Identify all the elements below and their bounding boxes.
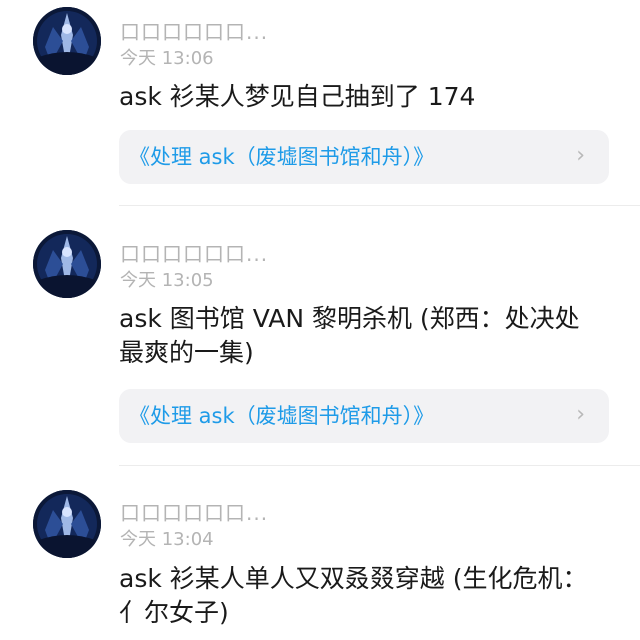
username[interactable]: 口口口口口口... — [120, 238, 268, 267]
divider — [119, 465, 640, 466]
collection-link-label: 《处理 ask（废墟图书馆和舟）》 — [129, 404, 435, 428]
username[interactable]: 口口口口口口... — [120, 497, 268, 526]
avatar[interactable] — [33, 230, 101, 298]
timestamp: 今天 13:06 — [120, 48, 214, 69]
post-content: ask 图书馆 VAN 黎明杀机 (郑西：处决处最爽的一集) — [119, 304, 580, 367]
post-content: ask 衫某人单人又双叒叕穿越 (生化危机：亻尔女子) — [119, 564, 588, 627]
avatar[interactable] — [33, 490, 101, 558]
timestamp: 今天 13:04 — [120, 529, 214, 550]
divider — [119, 205, 640, 206]
chevron-right-icon: › — [576, 402, 585, 427]
collection-link-card[interactable]: 《处理 ask（废墟图书馆和舟）》 › — [119, 389, 609, 443]
post-content: ask 衫某人梦见自己抽到了 174 — [119, 82, 476, 111]
chevron-right-icon: › — [576, 143, 585, 168]
username[interactable]: 口口口口口口... — [120, 16, 268, 45]
avatar-image — [33, 230, 101, 298]
avatar[interactable] — [33, 7, 101, 75]
avatar-image — [33, 490, 101, 558]
collection-link-card[interactable]: 《处理 ask（废墟图书馆和舟）》 › — [119, 130, 609, 184]
collection-link-label: 《处理 ask（废墟图书馆和舟）》 — [129, 145, 435, 169]
avatar-image — [33, 7, 101, 75]
timestamp: 今天 13:05 — [120, 270, 214, 291]
